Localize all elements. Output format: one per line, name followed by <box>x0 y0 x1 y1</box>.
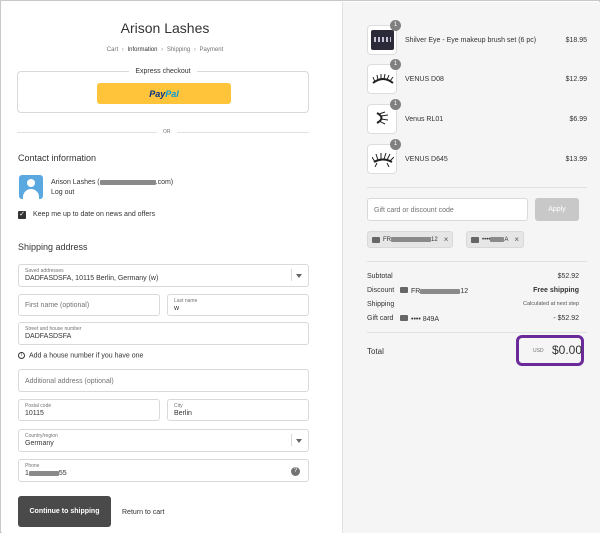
paypal-logo-pal: Pal <box>165 88 179 99</box>
first-name-field[interactable]: First name (optional) <box>18 294 160 316</box>
redacted-text <box>99 179 156 185</box>
gift-card-row: Gift card •••• 849A - $52.92 <box>367 315 579 323</box>
chevron-down-icon <box>296 273 302 278</box>
chevron-right-icon: › <box>121 47 124 53</box>
breadcrumb: Cart › Information › Shipping › Payment <box>2 47 328 53</box>
shipping-row: Shipping Calculated at next step <box>367 301 579 308</box>
product-price: $18.95 <box>565 37 587 44</box>
phone-field[interactable]: Phone 1 55 ? <box>18 459 309 482</box>
help-icon[interactable]: ? <box>291 466 300 476</box>
additional-address-field[interactable]: Additional address (optional) <box>18 369 309 392</box>
list-item: 1 VENUS D645 $13.99 <box>367 139 587 176</box>
eyelash-image <box>372 153 394 167</box>
express-checkout-label: Express checkout <box>129 68 197 75</box>
product-name: VENUS D08 <box>405 76 444 83</box>
eyelash-image <box>372 73 394 84</box>
redacted-text <box>391 237 431 242</box>
currency-code: USD <box>533 348 544 354</box>
eyelash-image <box>376 111 389 125</box>
logout-link[interactable]: Log out <box>51 189 74 196</box>
close-icon[interactable]: × <box>514 235 519 244</box>
store-title[interactable]: Arison Lashes <box>2 20 328 36</box>
chevron-down-icon <box>296 438 302 443</box>
continue-to-shipping-button[interactable]: Continue to shipping <box>18 496 111 527</box>
express-checkout: Express checkout Pay Pal <box>17 68 309 113</box>
user-icon <box>27 179 35 187</box>
subtotal-row: Subtotal $52.92 <box>367 273 579 280</box>
order-summary: 1 Shilver Eye - Eye makeup brush set (6 … <box>342 2 600 533</box>
apply-button[interactable]: Apply <box>535 198 579 221</box>
breadcrumb-shipping: Shipping <box>166 47 191 53</box>
shipping-section-title: Shipping address <box>18 242 88 252</box>
avatar <box>19 175 43 199</box>
return-to-cart-link[interactable]: Return to cart <box>122 509 164 516</box>
newsletter-checkbox[interactable]: ✓ <box>18 211 26 219</box>
contact-email: Arison Lashes (.com) <box>51 179 174 186</box>
quantity-badge: 1 <box>390 99 401 110</box>
gift-icon <box>471 236 479 243</box>
checkout-main: Arison Lashes Cart › Information › Shipp… <box>2 2 342 533</box>
redacted-text <box>28 470 59 476</box>
product-price: $6.99 <box>569 116 587 123</box>
city-field[interactable]: City Berlin <box>167 399 309 421</box>
product-name: VENUS D645 <box>405 156 448 163</box>
house-number-hint: i Add a house number if you have one <box>18 352 143 359</box>
list-item: 1 Venus RL01 $6.99 <box>367 99 587 136</box>
product-name: Shilver Eye - Eye makeup brush set (6 pc… <box>405 37 537 44</box>
chevron-right-icon: › <box>193 47 196 53</box>
redacted-text <box>490 237 505 242</box>
product-price: $13.99 <box>565 156 587 163</box>
close-icon[interactable]: × <box>444 235 449 244</box>
paypal-logo-pay: Pay <box>149 88 166 99</box>
product-name: Venus RL01 <box>405 116 444 123</box>
newsletter-label[interactable]: Keep me up to date on news and offers <box>33 211 155 218</box>
product-price: $12.99 <box>565 76 587 83</box>
divider <box>367 187 587 188</box>
country-select[interactable]: Country/region Germany <box>18 429 309 452</box>
breadcrumb-information: Information <box>127 47 158 53</box>
divider <box>367 332 587 333</box>
list-item: 1 VENUS D08 $12.99 <box>367 59 587 96</box>
list-item: 1 Shilver Eye - Eye makeup brush set (6 … <box>367 20 587 57</box>
gift-card-tag: •••• A × <box>466 231 525 248</box>
info-icon: i <box>18 352 25 359</box>
tag-icon <box>372 236 380 243</box>
total-amount: $0.00 <box>552 343 583 357</box>
discount-code-input[interactable]: Gift card or discount code <box>367 198 528 221</box>
discount-tag: FR 12 × <box>367 231 454 248</box>
contact-section-title: Contact information <box>18 153 97 163</box>
street-field[interactable]: Street and house number DADFASDSFA <box>18 322 309 345</box>
total-highlight: USD $0.00 <box>516 335 584 366</box>
chevron-right-icon: › <box>161 47 164 53</box>
free-shipping-row: Free shipping <box>533 287 579 294</box>
or-separator: OR <box>157 129 177 135</box>
saved-addresses-select[interactable]: Saved addresses DADFASDSFA, 10115 Berlin… <box>18 264 309 287</box>
quantity-badge: 1 <box>390 59 401 70</box>
quantity-badge: 1 <box>390 20 401 31</box>
quantity-badge: 1 <box>390 139 401 150</box>
divider <box>367 261 587 262</box>
total-label: Total <box>367 347 384 356</box>
postal-code-field[interactable]: Postal code 10115 <box>18 399 160 421</box>
paypal-button[interactable]: Pay Pal <box>97 83 231 104</box>
checkout-window: Arison Lashes Cart › Information › Shipp… <box>0 0 600 533</box>
breadcrumb-cart[interactable]: Cart <box>107 47 118 53</box>
last-name-field[interactable]: Last name w <box>167 294 309 316</box>
breadcrumb-payment: Payment <box>199 47 224 53</box>
gift-icon <box>400 315 408 321</box>
